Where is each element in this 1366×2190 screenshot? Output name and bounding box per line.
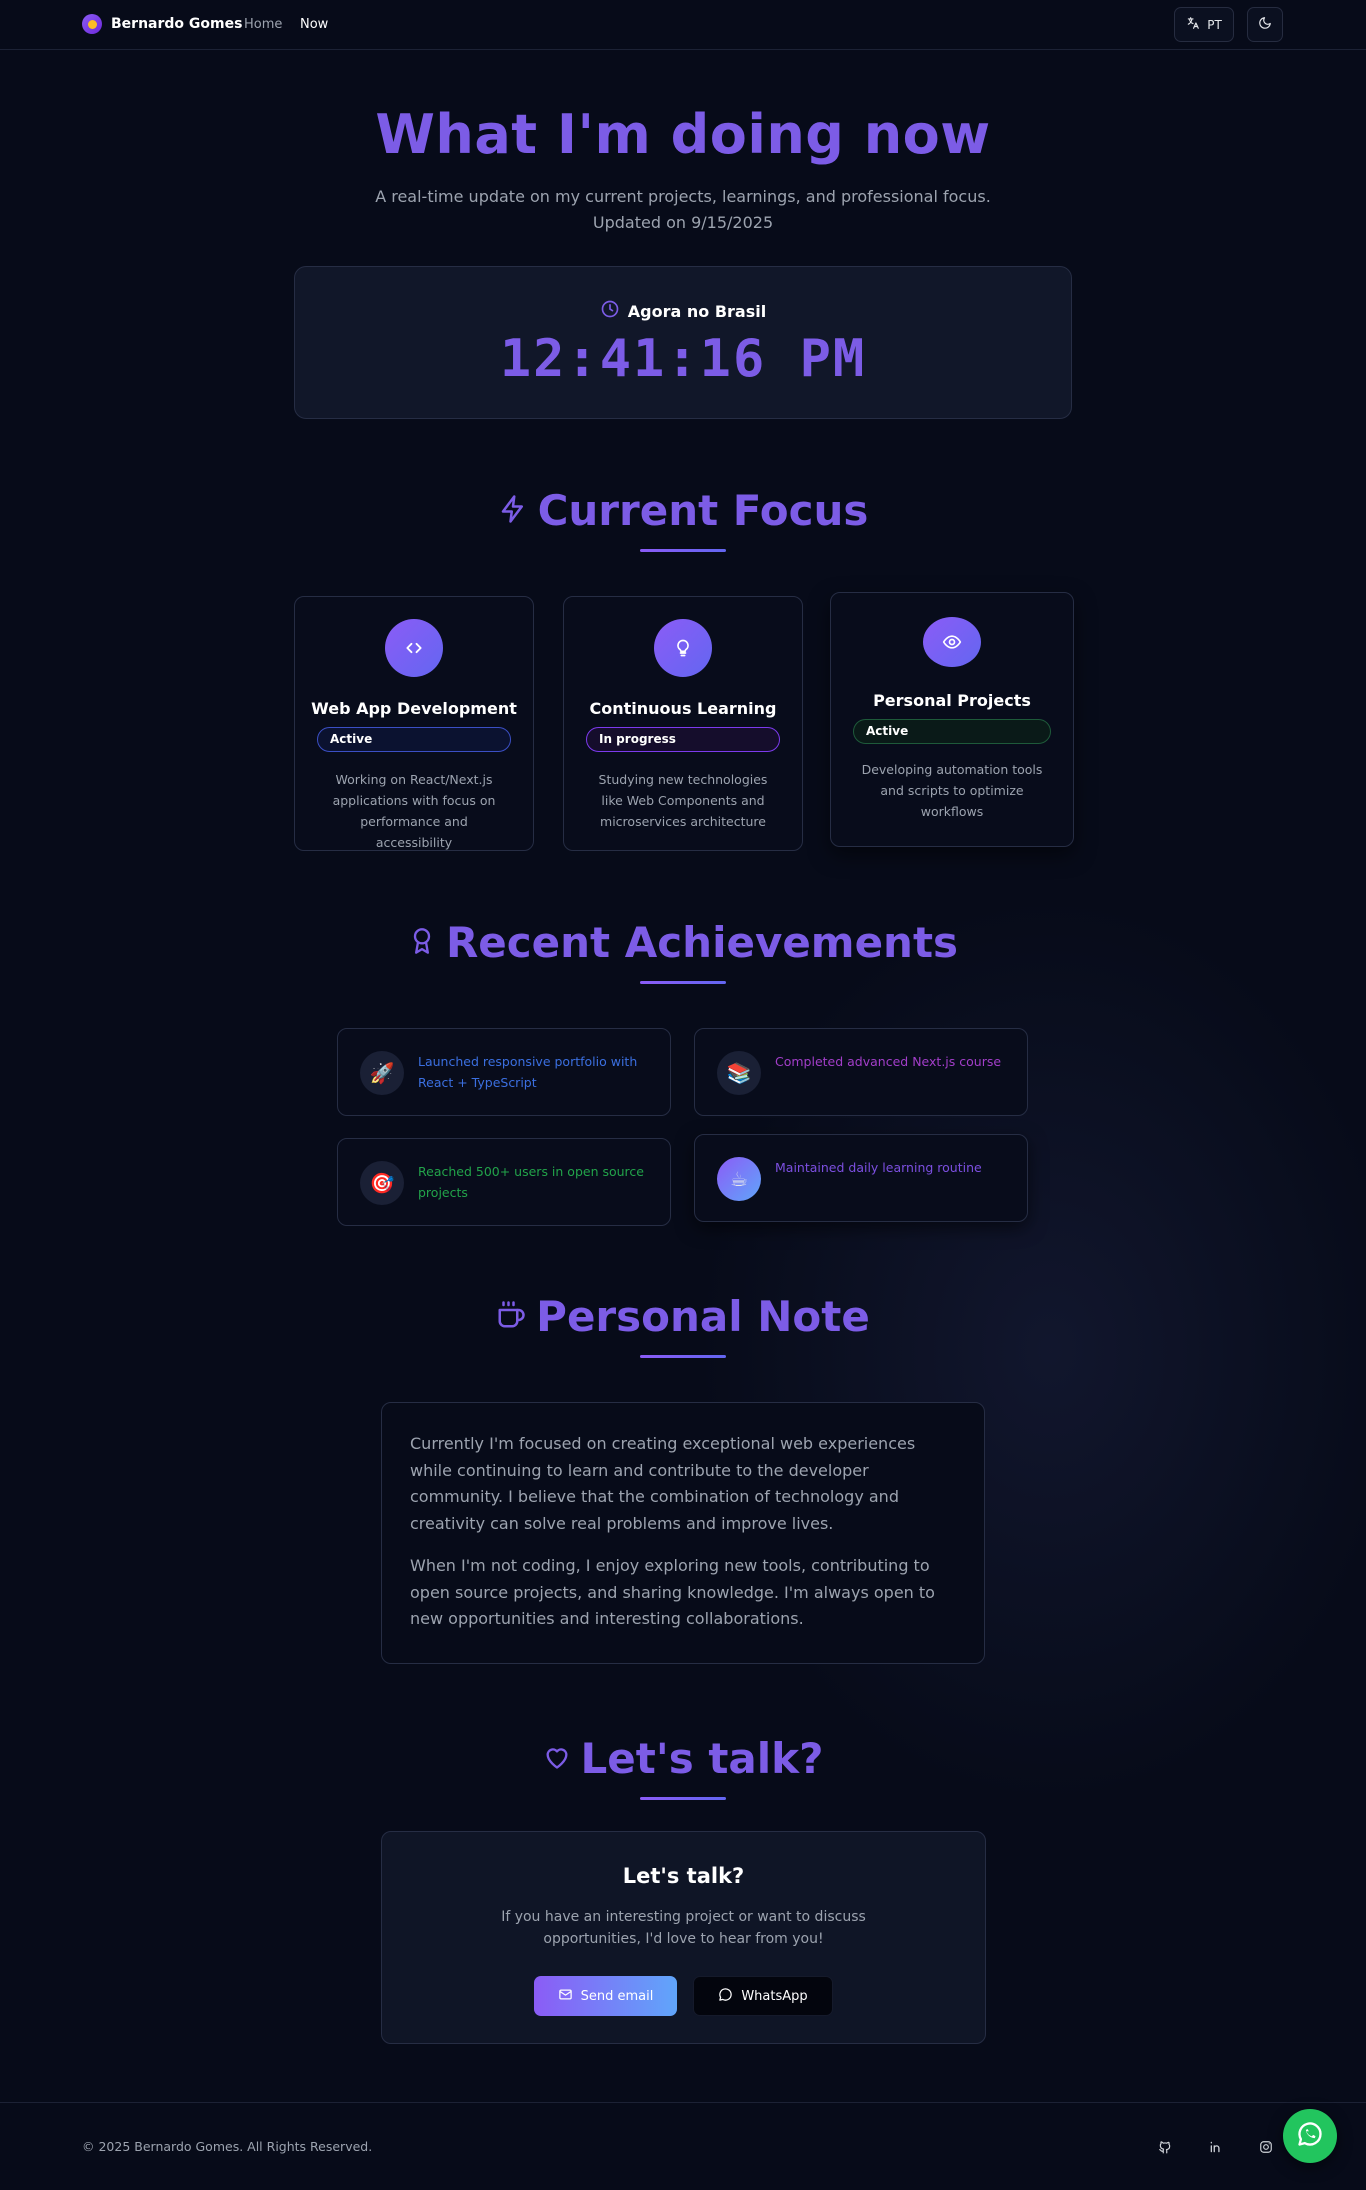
status-badge: Active (317, 727, 511, 752)
current-focus-heading: Current Focus (0, 486, 1366, 535)
contact-title: Let's talk? (622, 1864, 745, 1888)
clock-time: 12:41:16 PM (499, 329, 867, 389)
coffee-icon: ☕ (717, 1157, 761, 1201)
instagram-icon[interactable] (1256, 2137, 1276, 2157)
message-circle-icon (718, 1987, 733, 2006)
achievement-text: Maintained daily learning routine (775, 1160, 982, 1175)
brand[interactable]: Bernardo Gomes (82, 14, 242, 34)
code-icon (385, 619, 443, 677)
focus-card-description: Developing automation tools and scripts … (861, 762, 1043, 819)
brand-name: Bernardo Gomes (111, 16, 243, 32)
top-navbar: Bernardo Gomes Home Now PT (0, 0, 1366, 50)
focus-card-learning: Continuous Learning In progress Studying… (563, 596, 803, 851)
contact-description: If you have an interesting project or wa… (501, 1909, 866, 1947)
github-icon[interactable] (1155, 2137, 1175, 2157)
focus-card-title: Personal Projects (873, 691, 1031, 710)
clock-card: Agora no Brasil 12:41:16 PM (294, 266, 1072, 419)
target-icon: 🎯 (360, 1161, 404, 1205)
language-label: PT (1207, 17, 1222, 32)
clock-label-row: Agora no Brasil (295, 299, 1071, 323)
achievement-text: Completed advanced Next.js course (775, 1054, 1002, 1069)
personal-note-heading: Personal Note (0, 1292, 1366, 1341)
send-email-label: Send email (580, 1988, 654, 2004)
clock-label: Agora no Brasil (627, 301, 767, 321)
focus-card-title: Continuous Learning (589, 699, 777, 718)
lets-talk-heading: Let's talk? (0, 1734, 1366, 1783)
note-paragraph: When I'm not coding, I enjoy exploring n… (410, 1556, 935, 1628)
recent-achievements-underline (640, 981, 726, 984)
contact-card: Let's talk? If you have an interesting p… (381, 1831, 986, 2044)
footer: © 2025 Bernardo Gomes. All Rights Reserv… (0, 2102, 1366, 2190)
books-icon: 📚 (717, 1051, 761, 1095)
lets-talk-underline (640, 1797, 726, 1800)
coffee-cup-icon (496, 1300, 526, 1334)
achievement-card: 📚 Completed advanced Next.js course (694, 1028, 1028, 1116)
lightbulb-icon (654, 619, 712, 677)
theme-toggle-button[interactable] (1247, 7, 1283, 42)
achievement-card: ☕ Maintained daily learning routine (694, 1134, 1028, 1222)
focus-card-title: Web App Development (311, 699, 517, 718)
copyright-text: © 2025 Bernardo Gomes. All Rights Reserv… (82, 2139, 373, 2154)
recent-achievements-heading: Recent Achievements (0, 918, 1366, 967)
status-badge: In progress (586, 727, 780, 752)
current-focus-underline (640, 549, 726, 552)
logo-icon (82, 14, 102, 34)
personal-note-card: Currently I'm focused on creating except… (381, 1402, 985, 1664)
whatsapp-label: WhatsApp (741, 1988, 808, 2004)
eye-icon (923, 617, 981, 667)
mail-icon (558, 1987, 573, 2006)
achievement-text: Launched responsive portfolio with React… (418, 1054, 638, 1090)
nav-link-now[interactable]: Now (300, 17, 328, 32)
whatsapp-float-button[interactable] (1283, 2109, 1337, 2163)
page-subtitle: A real-time update on my current project… (375, 187, 991, 206)
moon-icon (1258, 16, 1272, 33)
page-title: What I'm doing now (375, 103, 991, 166)
whatsapp-icon (1296, 2120, 1324, 2152)
status-badge: Active (853, 719, 1051, 744)
updated-date: Updated on 9/15/2025 (592, 213, 774, 232)
focus-card-personal-projects: Personal Projects Active Developing auto… (830, 592, 1074, 847)
award-icon (408, 926, 436, 960)
personal-note-underline (640, 1355, 726, 1358)
rocket-icon: 🚀 (360, 1051, 404, 1095)
clock-icon (600, 299, 620, 323)
send-email-button[interactable]: Send email (534, 1976, 677, 2016)
linkedin-icon[interactable] (1206, 2137, 1226, 2157)
heart-icon (543, 1743, 571, 1775)
achievement-card: 🚀 Launched responsive portfolio with Rea… (337, 1028, 671, 1116)
note-paragraph: Currently I'm focused on creating except… (410, 1434, 916, 1533)
focus-card-description: Working on React/Next.js applications wi… (332, 772, 496, 850)
current-focus-title: Current Focus (537, 486, 869, 535)
lets-talk-title: Let's talk? (580, 1734, 824, 1783)
nav-link-home[interactable]: Home (244, 17, 282, 32)
translate-icon (1186, 16, 1200, 33)
achievement-card: 🎯 Reached 500+ users in open source proj… (337, 1138, 671, 1226)
language-toggle-button[interactable]: PT (1174, 7, 1234, 42)
recent-achievements-title: Recent Achievements (445, 918, 959, 967)
whatsapp-button[interactable]: WhatsApp (693, 1976, 833, 2016)
focus-card-description: Studying new technologies like Web Compo… (598, 772, 768, 829)
personal-note-title: Personal Note (536, 1292, 870, 1341)
achievement-text: Reached 500+ users in open source projec… (418, 1164, 644, 1200)
focus-card-web-app: Web App Development Active Working on Re… (294, 596, 534, 851)
zap-icon (498, 494, 528, 528)
